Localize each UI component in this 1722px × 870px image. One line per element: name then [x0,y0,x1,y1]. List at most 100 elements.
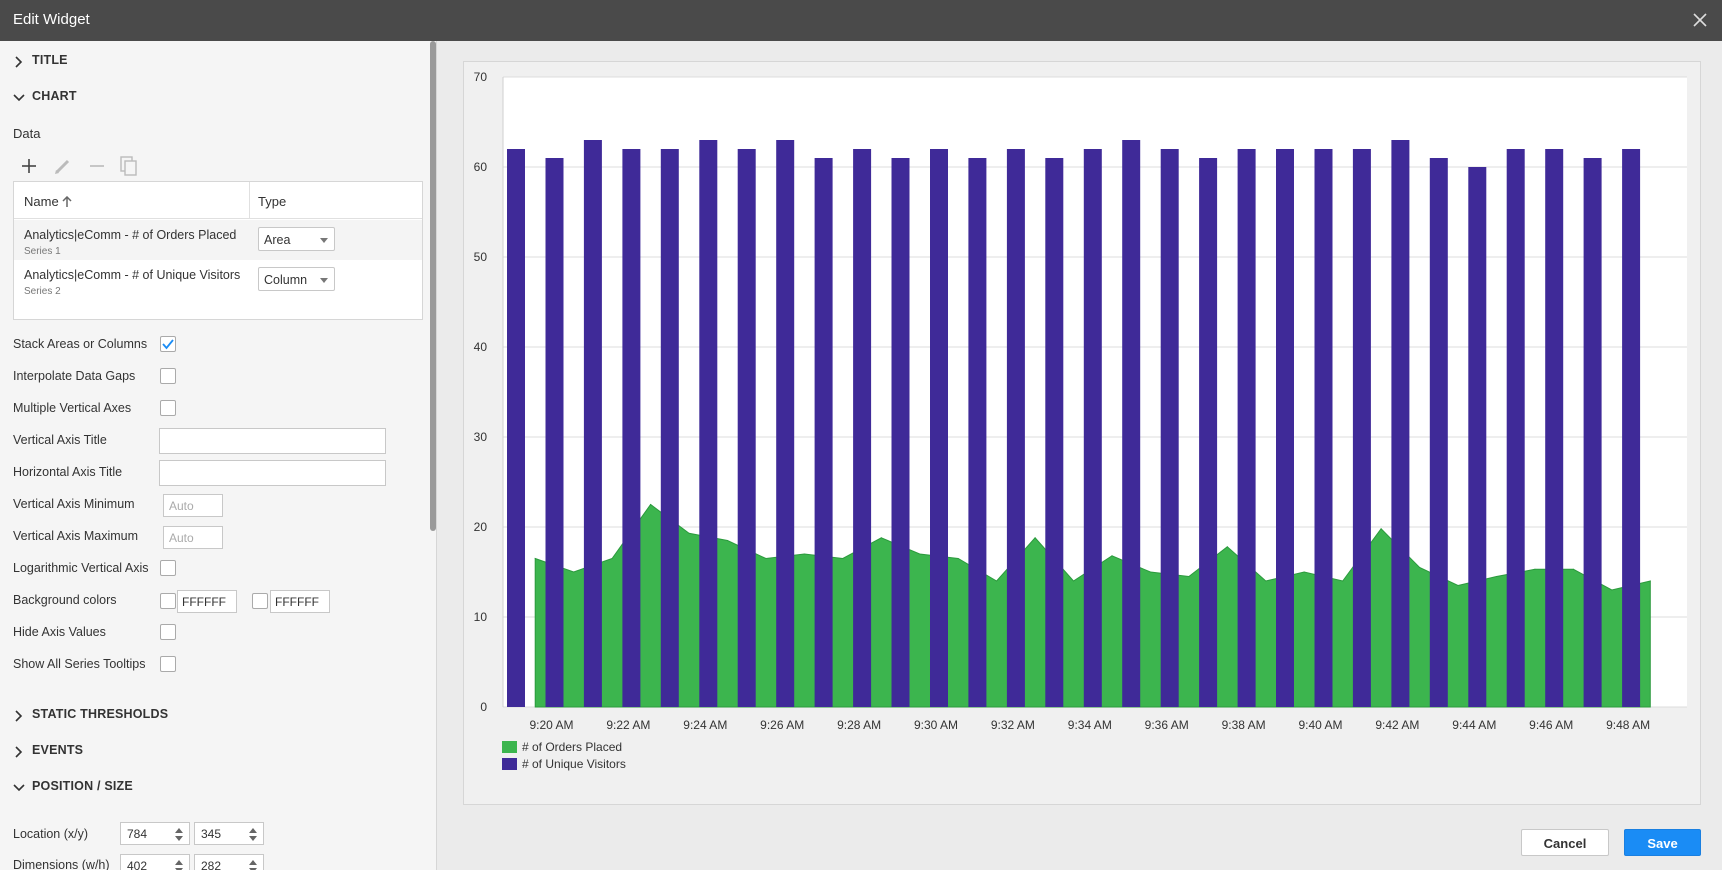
interpolate-checkbox[interactable] [160,368,176,384]
column-bar [1045,158,1064,707]
log-axis-checkbox[interactable] [160,560,176,576]
settings-scrollbar[interactable] [430,41,436,531]
x-tick-label: 9:36 AM [1145,718,1189,732]
legend-swatch [502,741,517,753]
stack-label: Stack Areas or Columns [13,337,148,351]
series-type-select[interactable]: Column [258,267,335,291]
remove-icon[interactable] [86,155,108,177]
series-row[interactable]: Analytics|eComm - # of Orders Placed Ser… [14,220,422,260]
h-axis-title-input[interactable] [159,460,386,486]
column-bar [1199,158,1218,707]
stepper-up-icon[interactable] [249,860,257,865]
stepper-up-icon[interactable] [175,860,183,865]
column-bar [776,140,795,707]
series-subtitle: Series 1 [24,246,61,257]
area-point [1303,571,1305,573]
pencil-icon[interactable] [52,155,74,177]
bg-color-2-input[interactable]: FFFFFF [270,590,330,613]
save-button[interactable]: Save [1624,829,1701,856]
stepper-down-icon[interactable] [249,836,257,841]
column-bar [699,140,718,707]
column-bar [1429,158,1448,707]
add-icon[interactable] [18,155,40,177]
dimensions-label: Dimensions (w/h) [13,858,110,870]
column-bar [891,158,910,707]
legend-label: # of Unique Visitors [522,757,626,771]
v-axis-title-input[interactable] [159,428,386,454]
area-point [573,571,575,573]
v-axis-max-input[interactable]: Auto [163,526,223,549]
column-bar [1237,149,1256,707]
area-point [611,558,613,559]
column-header-type[interactable]: Type [258,194,286,209]
y-tick-label: 40 [474,340,488,354]
v-axis-max-label: Vertical Axis Maximum [13,529,139,543]
area-point [919,553,921,555]
x-tick-label: 9:20 AM [529,718,573,732]
series-subtitle: Series 2 [24,286,61,297]
column-bar [1083,149,1102,707]
bg-color-1-checkbox[interactable] [160,593,176,609]
y-tick-label: 30 [474,430,488,444]
stepper-up-icon[interactable] [175,828,183,833]
y-tick-label: 0 [480,700,487,714]
multi-axes-checkbox[interactable] [160,400,176,416]
cancel-button[interactable]: Cancel [1521,829,1609,856]
column-bar [853,149,872,707]
column-bar [1391,140,1410,707]
area-point [1419,567,1421,568]
area-point [1572,568,1574,570]
column-bar [1583,158,1602,707]
legend-swatch [502,758,517,770]
show-tooltips-checkbox[interactable] [160,656,176,672]
column-bar [1352,149,1371,707]
v-axis-min-input[interactable]: Auto [163,494,223,517]
area-point [1265,580,1267,582]
area-point [1034,537,1036,539]
stepper-up-icon[interactable] [249,828,257,833]
chevron-right-icon [15,710,23,722]
column-bar [737,149,756,707]
legend-label: # of Orders Placed [522,740,622,754]
series-type-select[interactable]: Area [258,227,335,251]
location-y-input[interactable]: 345 [194,822,264,845]
dialog-titlebar: Edit Widget [0,0,1722,41]
bg-color-2-checkbox[interactable] [252,593,268,609]
column-bar [930,149,948,707]
area-point [1111,555,1113,557]
area-point [996,580,998,582]
column-bar [545,158,564,707]
hide-axis-checkbox[interactable] [160,624,176,640]
series-name: Analytics|eComm - # of Unique Visitors [24,268,241,282]
stack-checkbox[interactable] [160,336,176,352]
sort-ascending-icon [62,195,72,207]
series-row[interactable]: Analytics|eComm - # of Unique Visitors S… [14,260,422,300]
column-bar [1122,140,1141,707]
column-bar [968,158,987,707]
chevron-down-icon [13,94,25,102]
chevron-down-icon [13,784,25,792]
x-tick-label: 9:28 AM [837,718,881,732]
show-tooltips-label: Show All Series Tooltips [13,657,146,671]
interpolate-label: Interpolate Data Gaps [13,369,136,383]
location-x-input[interactable]: 784 [120,822,190,845]
column-divider [249,182,250,219]
dimensions-h-input[interactable]: 282 [194,854,264,870]
multi-axes-label: Multiple Vertical Axes [13,401,132,415]
duplicate-icon[interactable] [118,155,140,177]
series-table: Name Type Analytics|eComm - # of Orders … [13,181,423,320]
column-bar [660,149,679,707]
x-tick-label: 9:42 AM [1375,718,1419,732]
column-header-name[interactable]: Name [24,194,72,209]
area-point [1496,576,1497,577]
area-point [1342,580,1344,582]
chevron-down-icon [320,238,328,243]
area-point [765,558,767,559]
dimensions-w-input[interactable]: 402 [120,854,190,870]
y-tick-label: 50 [474,250,488,264]
stepper-down-icon[interactable] [175,836,183,841]
column-bar [583,140,602,707]
close-icon[interactable] [1692,12,1708,28]
column-bar [1314,149,1333,707]
bg-color-1-input[interactable]: FFFFFF [177,590,237,613]
